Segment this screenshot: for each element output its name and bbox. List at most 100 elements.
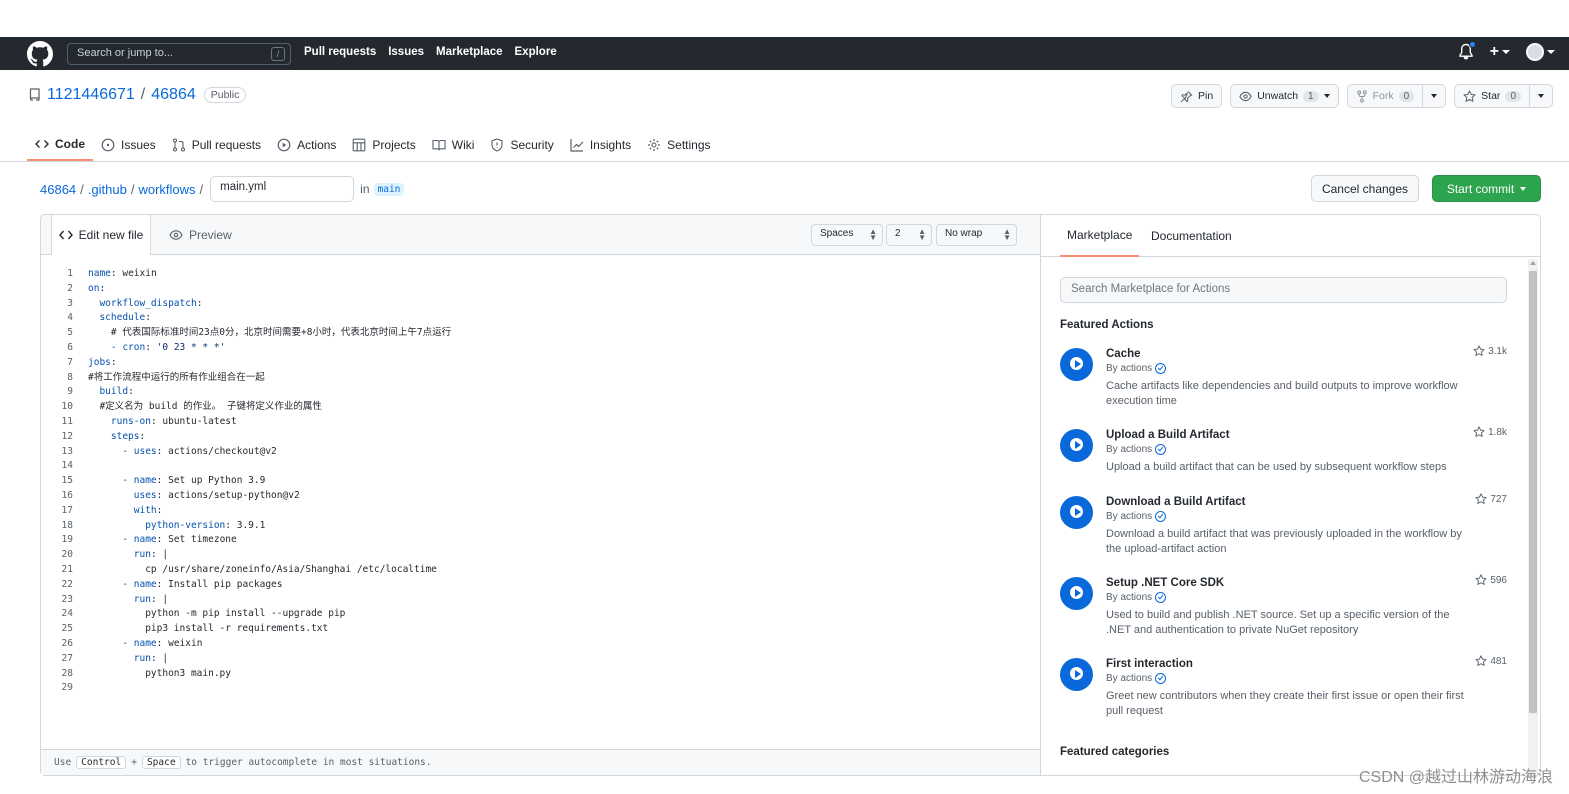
code-line[interactable]: 13 - uses: actions/checkout@v2	[41, 445, 1040, 460]
code-line[interactable]: 1 name: weixin	[41, 267, 1040, 282]
action-name[interactable]: Download a Build Artifact	[1106, 496, 1246, 508]
tab-projects-label: Projects	[372, 137, 416, 152]
nav-issues[interactable]: Issues	[388, 46, 424, 58]
wrap-mode-value: No wrap	[945, 228, 983, 239]
tab-projects[interactable]: Projects	[344, 128, 423, 161]
tab-actions[interactable]: Actions	[269, 128, 344, 161]
indent-size-select[interactable]: 2 ▲ ▼	[886, 224, 932, 246]
tab-code[interactable]: Code	[27, 128, 93, 161]
tab-issues[interactable]: Issues	[93, 128, 164, 161]
action-author: By actions	[1106, 444, 1167, 455]
yaml-key: workflow_dispatch	[99, 297, 197, 309]
tab-marketplace[interactable]: Marketplace	[1060, 215, 1140, 257]
action-name[interactable]: Upload a Build Artifact	[1106, 429, 1230, 441]
breadcrumb-workflows-dir[interactable]: workflows	[138, 182, 195, 197]
create-new-menu[interactable]: +	[1490, 43, 1510, 61]
code-line[interactable]: 24 python -m pip install --upgrade pip	[41, 607, 1040, 622]
hint-control-key: Control	[76, 756, 127, 769]
code-line[interactable]: 28 python3 main.py	[41, 667, 1040, 682]
star-icon	[1475, 574, 1487, 585]
code-line[interactable]: 3 workflow_dispatch:	[41, 297, 1040, 312]
indent-mode-select[interactable]: Spaces ▲ ▼	[811, 224, 883, 246]
fork-dropdown[interactable]	[1422, 85, 1445, 107]
nav-explore[interactable]: Explore	[515, 46, 557, 58]
star-dropdown[interactable]	[1529, 85, 1552, 107]
marketplace-search-input[interactable]: Search Marketplace for Actions	[1060, 277, 1507, 303]
github-logo-icon[interactable]	[27, 41, 53, 67]
code-line[interactable]: 17 with:	[41, 504, 1040, 519]
code-line[interactable]: 2 on:	[41, 282, 1040, 297]
header-actions: +	[1458, 41, 1555, 61]
code-line[interactable]: 11 runs-on: ubuntu-latest	[41, 415, 1040, 430]
repo-name-link[interactable]: 46864	[151, 86, 196, 104]
code-line[interactable]: 12 steps:	[41, 430, 1040, 445]
tab-pull-requests[interactable]: Pull requests	[164, 128, 269, 161]
tab-wiki[interactable]: Wiki	[424, 128, 483, 161]
wrap-mode-select[interactable]: No wrap ▲ ▼	[936, 224, 1017, 246]
code-line[interactable]: 18 python-version: 3.9.1	[41, 519, 1040, 534]
breadcrumb-separator: /	[80, 181, 84, 197]
breadcrumb-github-dir[interactable]: .github	[88, 182, 127, 197]
filename-input[interactable]: main.yml	[210, 176, 355, 202]
code-line[interactable]: 27 run: |	[41, 652, 1040, 667]
breadcrumb-root[interactable]: 46864	[40, 182, 76, 197]
code-line[interactable]: 20 run: |	[41, 548, 1040, 563]
tab-insights[interactable]: Insights	[562, 128, 639, 161]
notifications-button[interactable]	[1458, 41, 1476, 61]
scroll-up-icon[interactable]	[1530, 261, 1536, 265]
fork-button[interactable]: Fork 0	[1346, 84, 1447, 108]
action-name[interactable]: Setup .NET Core SDK	[1106, 577, 1224, 589]
code-icon	[58, 230, 73, 240]
code-line[interactable]: 14	[41, 459, 1040, 474]
code-line[interactable]: 4 schedule:	[41, 311, 1040, 326]
action-name[interactable]: Cache	[1106, 348, 1141, 360]
tab-edit-new-file[interactable]: Edit new file	[51, 215, 151, 255]
scrollbar-thumb[interactable]	[1529, 271, 1537, 713]
user-menu[interactable]	[1526, 43, 1555, 61]
code-line[interactable]: 8 #将工作流程中运行的所有作业组合在一起	[41, 371, 1040, 386]
cancel-changes-button[interactable]: Cancel changes	[1311, 175, 1419, 202]
tab-preview[interactable]: Preview	[169, 215, 232, 255]
nav-pull-requests[interactable]: Pull requests	[304, 46, 376, 58]
code-line[interactable]: 6 - cron: '0 23 * * *'	[41, 341, 1040, 356]
code-line[interactable]: 16 uses: actions/setup-python@v2	[41, 489, 1040, 504]
code-line[interactable]: 7 jobs:	[41, 356, 1040, 371]
code-line[interactable]: 21 cp /usr/share/zoneinfo/Asia/Shanghai …	[41, 563, 1040, 578]
action-name[interactable]: First interaction	[1106, 658, 1193, 670]
code-line[interactable]: 19 - name: Set timezone	[41, 533, 1040, 548]
unwatch-button[interactable]: Unwatch 1	[1230, 84, 1339, 108]
tab-settings[interactable]: Settings	[639, 128, 718, 161]
tab-security[interactable]: Security	[482, 128, 561, 161]
code-area[interactable]: 1 name: weixin 2 on: 3 workflow_dispatch: 4 s…	[41, 267, 1040, 696]
line-text: on:	[88, 282, 105, 297]
code-line[interactable]: 23 run: |	[41, 593, 1040, 608]
code-line[interactable]: 26 - name: weixin	[41, 637, 1040, 652]
sidebar-scrollbar[interactable]	[1528, 259, 1538, 775]
code-line[interactable]: 9 build:	[41, 385, 1040, 400]
breadcrumb-separator: /	[130, 181, 135, 197]
code-line[interactable]: 29	[41, 681, 1040, 696]
avatar	[1526, 43, 1544, 61]
featured-actions-heading: Featured Actions	[1060, 319, 1154, 331]
code-line[interactable]: 15 - name: Set up Python 3.9	[41, 474, 1040, 489]
action-author-label: By actions	[1106, 363, 1153, 374]
repo-owner-link[interactable]: 1121446671	[47, 86, 135, 104]
start-commit-button[interactable]: Start commit	[1432, 175, 1541, 202]
global-search-input[interactable]: Search or jump to... /	[67, 43, 291, 65]
nav-marketplace[interactable]: Marketplace	[436, 46, 502, 58]
line-number: 17	[61, 504, 73, 516]
pin-button[interactable]: Pin	[1171, 84, 1223, 108]
action-description: Cache artifacts like dependencies and bu…	[1106, 380, 1458, 407]
hint-space-key: Space	[141, 756, 181, 769]
star-button[interactable]: Star 0	[1454, 84, 1553, 108]
line-text: #定义名为 build 的作业。 子键将定义作业的属性	[88, 400, 321, 415]
tab-documentation[interactable]: Documentation	[1151, 215, 1232, 257]
code-line[interactable]: 25 pip3 install -r requirements.txt	[41, 622, 1040, 637]
code-line[interactable]: 22 - name: Install pip packages	[41, 578, 1040, 593]
code-line[interactable]: 10 #定义名为 build 的作业。 子键将定义作业的属性	[41, 400, 1040, 415]
code-line[interactable]: 5 # 代表国际标准时间23点0分，北京时间需要+8小时，代表北京时间上午7点运…	[41, 326, 1040, 341]
line-number: 16	[61, 489, 73, 501]
